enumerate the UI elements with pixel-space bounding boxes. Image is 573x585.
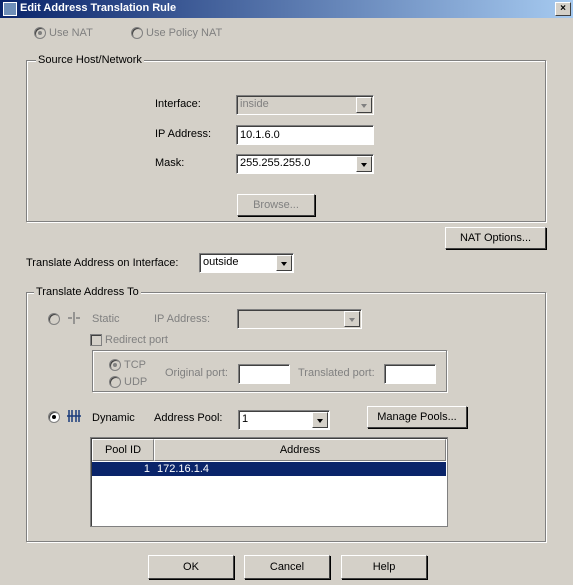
translate-to-group-label: Translate Address To [34, 286, 141, 298]
static-nat-icon [68, 312, 80, 324]
use-nat-radio[interactable] [34, 27, 46, 39]
dynamic-label: Dynamic [92, 412, 135, 424]
nat-options-button[interactable]: NAT Options... [445, 227, 546, 249]
source-interface-value: inside [240, 98, 269, 110]
address-cell: 172.16.1.4 [157, 463, 209, 475]
udp-label: UDP [124, 376, 148, 388]
ok-button[interactable]: OK [148, 555, 234, 579]
tcp-radio[interactable] [109, 359, 121, 371]
pool-id-cell: 1 [143, 463, 150, 475]
browse-button[interactable]: Browse... [237, 194, 315, 216]
window-title: Edit Address Translation Rule [20, 2, 177, 14]
address-header[interactable]: Address [154, 439, 446, 461]
pool-id-header[interactable]: Pool ID [92, 439, 154, 461]
translate-interface-label: Translate Address on Interface: [26, 257, 179, 269]
use-policy-nat-label: Use Policy NAT [146, 27, 223, 39]
original-port-input[interactable] [238, 364, 290, 384]
address-pool-value: 1 [242, 413, 249, 425]
source-host-group-label: Source Host/Network [36, 54, 144, 66]
udp-radio[interactable] [109, 376, 121, 388]
use-policy-nat-radio[interactable] [131, 27, 143, 39]
chevron-down-icon [356, 156, 372, 172]
static-ip-select[interactable] [237, 309, 362, 329]
static-radio[interactable] [48, 313, 60, 325]
manage-pools-button[interactable]: Manage Pools... [367, 406, 467, 428]
close-button[interactable]: × [555, 2, 571, 16]
ip-address-input[interactable]: 10.1.6.0 [236, 125, 374, 145]
help-button[interactable]: Help [341, 555, 427, 579]
static-ip-label: IP Address: [154, 313, 211, 325]
redirect-port-checkbox[interactable] [90, 334, 102, 346]
interface-label: Interface: [155, 98, 201, 110]
static-label: Static [92, 313, 120, 325]
use-nat-label: Use NAT [49, 27, 93, 39]
translated-port-input[interactable] [384, 364, 436, 384]
chevron-down-icon [276, 255, 292, 271]
translate-interface-select[interactable]: outside [199, 253, 294, 273]
tcp-label: TCP [124, 359, 146, 371]
title-bar: Edit Address Translation Rule × [0, 0, 573, 18]
mask-label: Mask: [155, 157, 185, 169]
translate-interface-value: outside [203, 256, 239, 268]
ip-address-label: IP Address: [155, 128, 212, 140]
dynamic-radio[interactable] [48, 411, 60, 423]
redirect-port-label: Redirect port [105, 334, 168, 346]
mask-value: 255.255.255.0 [240, 157, 311, 169]
address-pool-select[interactable]: 1 [238, 410, 330, 430]
original-port-label: Original port: [165, 367, 228, 379]
source-interface-select[interactable]: inside [236, 95, 374, 115]
chevron-down-icon [312, 412, 328, 428]
chevron-down-icon [356, 97, 372, 113]
chevron-down-icon [344, 311, 360, 327]
mask-select[interactable]: 255.255.255.0 [236, 154, 374, 174]
app-icon [3, 2, 17, 16]
cancel-button[interactable]: Cancel [244, 555, 330, 579]
address-pool-label: Address Pool: [154, 412, 223, 424]
dynamic-nat-icon [67, 410, 81, 422]
translated-port-label: Translated port: [298, 367, 375, 379]
